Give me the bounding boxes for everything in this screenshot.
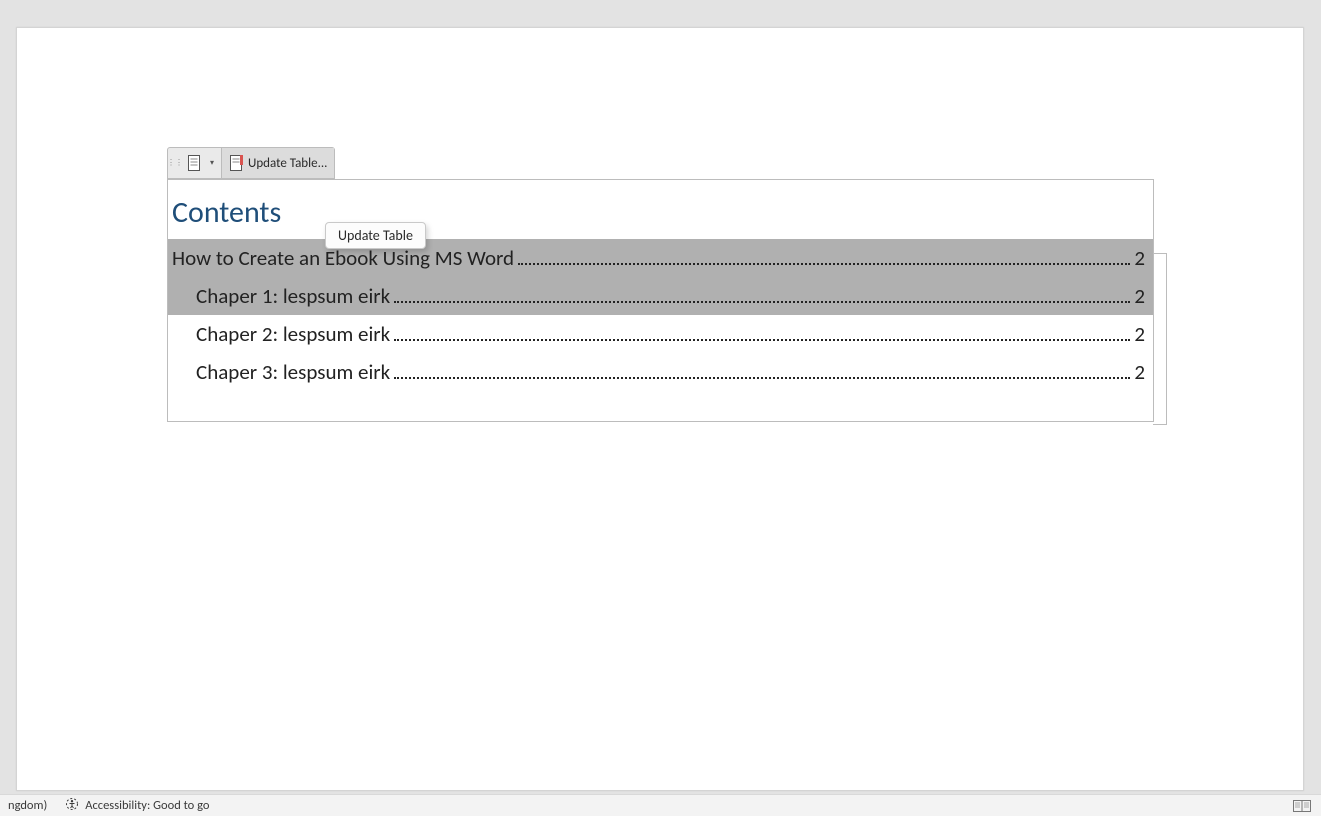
toc-entry[interactable]: Chaper 1: lespsum eirk 2 — [168, 277, 1153, 315]
update-table-button[interactable]: Update Table... — [221, 148, 334, 178]
document-page: ⋮⋮ ▾ — [16, 27, 1304, 791]
chevron-down-icon: ▾ — [210, 158, 214, 168]
toc-leader — [518, 263, 1130, 265]
toc-title: Contents — [172, 194, 1153, 231]
toc-options-button[interactable]: ▾ — [179, 148, 221, 178]
drag-handle-icon[interactable]: ⋮⋮ — [168, 148, 179, 178]
toc-toolbar: ⋮⋮ ▾ — [167, 147, 335, 179]
toc-leader — [394, 301, 1130, 303]
toc-entry[interactable]: Chaper 3: lespsum eirk 2 — [168, 353, 1153, 391]
language-status[interactable]: ngdom) — [8, 798, 47, 813]
toc-entry-page: 2 — [1134, 359, 1145, 385]
toc-entry-text: Chaper 3: lespsum eirk — [196, 359, 390, 385]
toc-leader — [394, 377, 1130, 379]
read-mode-button[interactable] — [1291, 798, 1313, 814]
toc-entry-text: Chaper 1: lespsum eirk — [196, 283, 390, 309]
toc-entry-page: 2 — [1134, 245, 1145, 271]
toc-leader — [394, 339, 1130, 341]
page-refresh-icon — [228, 154, 246, 172]
page-icon — [186, 154, 204, 172]
update-table-label: Update Table... — [248, 156, 327, 171]
toc-entry[interactable]: Chaper 2: lespsum eirk 2 — [168, 315, 1153, 353]
toc-entry-page: 2 — [1134, 283, 1145, 309]
toc-container: ⋮⋮ ▾ — [167, 147, 1154, 422]
toc-field[interactable]: Contents How to Create an Ebook Using MS… — [167, 179, 1154, 422]
toc-entry[interactable]: How to Create an Ebook Using MS Word 2 — [168, 239, 1153, 277]
status-bar: ngdom) Accessibility: Good to go — [0, 794, 1321, 816]
toc-entry-text: Chaper 2: lespsum eirk — [196, 321, 390, 347]
update-table-tooltip: Update Table — [325, 222, 426, 249]
accessibility-status[interactable]: Accessibility: Good to go — [65, 797, 209, 815]
toc-entries: How to Create an Ebook Using MS Word 2Ch… — [168, 239, 1153, 391]
toc-entry-page: 2 — [1134, 321, 1145, 347]
accessibility-icon — [65, 797, 79, 815]
